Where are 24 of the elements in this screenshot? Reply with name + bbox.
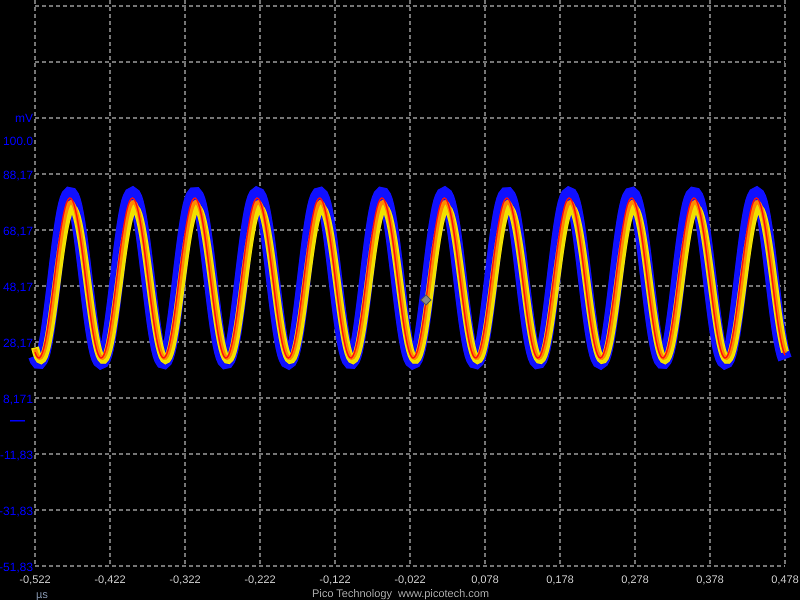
y-axis-label: 68,17 <box>2 224 33 238</box>
y-axis-label: 48,17 <box>2 280 33 294</box>
x-axis-label: -0,522 <box>19 574 51 586</box>
x-axis-label: -0,322 <box>169 574 201 586</box>
company-name: Pico Technology <box>312 588 392 600</box>
website-link[interactable]: www.picotech.com <box>398 588 490 600</box>
x-axis-label: -0,122 <box>319 574 351 586</box>
x-axis-unit: µs <box>36 589 48 600</box>
x-axis-label: -0,022 <box>394 574 426 586</box>
x-axis-label: 0,478 <box>771 574 799 586</box>
y-axis-unit: mV <box>15 111 33 125</box>
x-axis-label: -0,422 <box>94 574 126 586</box>
x-axis-label: 0,078 <box>471 574 499 586</box>
y-axis-label: 28,17 <box>2 336 33 350</box>
y-axis-label: 88,17 <box>2 168 33 182</box>
trigger-marker-icon[interactable] <box>420 294 432 306</box>
zero-level-marker <box>10 420 25 422</box>
y-axis-label: -11,83 <box>0 448 33 462</box>
x-axis-label: 0,378 <box>696 574 724 586</box>
y-axis-label: 100.0 <box>2 134 33 148</box>
y-axis-label: 8,171 <box>2 392 33 406</box>
x-axis-label: -0,222 <box>244 574 276 586</box>
x-axis-label: 0,278 <box>621 574 649 586</box>
x-axis-label: 0,178 <box>546 574 574 586</box>
